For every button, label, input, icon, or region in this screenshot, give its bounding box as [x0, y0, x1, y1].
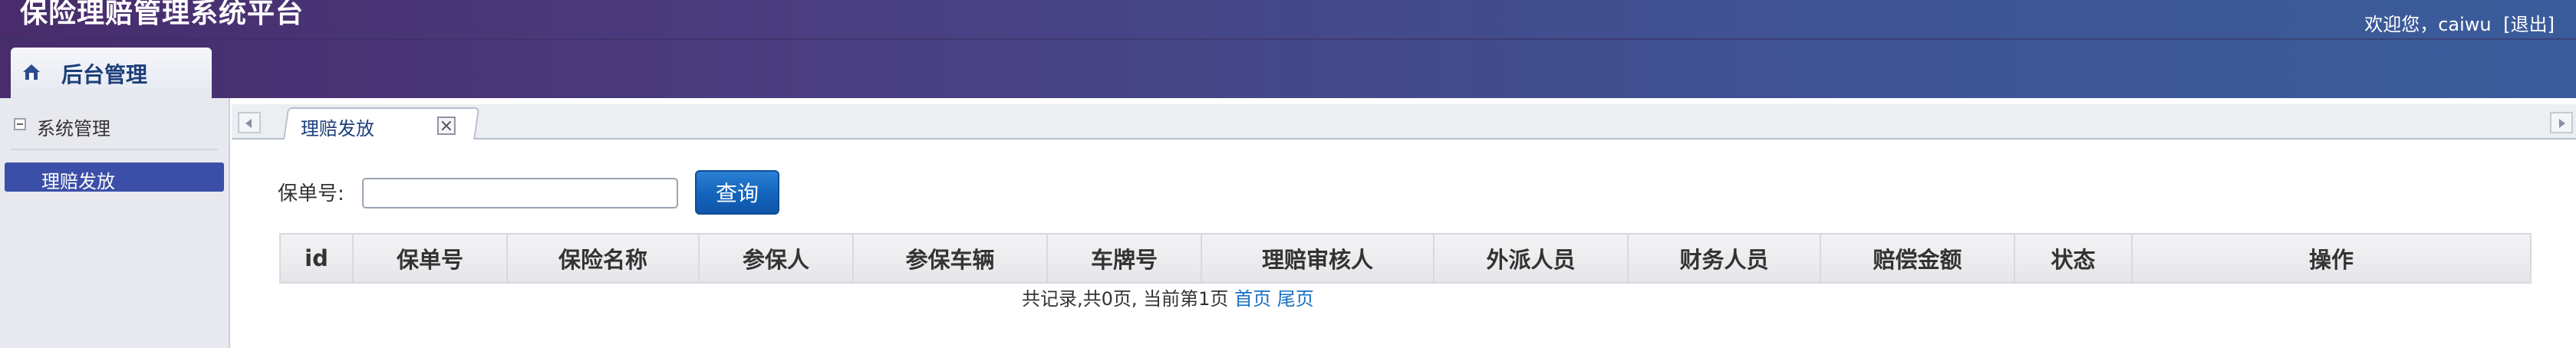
header-divider: [0, 38, 2576, 40]
column-header-plate-number: 车牌号: [1046, 233, 1202, 284]
module-tab-label: 后台管理: [61, 62, 148, 87]
policy-number-label: 保单号:: [278, 182, 344, 205]
claims-table: id 保单号 保险名称 参保人 参保车辆 车牌号 理赔审核人 外派人员 财务人员…: [279, 233, 2532, 284]
collapse-icon[interactable]: [14, 118, 26, 130]
sidebar-group-system[interactable]: 系统管理: [12, 113, 219, 140]
sidebar: 系统管理 理赔发放: [0, 98, 230, 348]
last-page-link[interactable]: 尾页: [1277, 288, 1314, 310]
column-header-field-staff: 外派人员: [1433, 233, 1629, 284]
column-header-insured-person: 参保人: [698, 233, 854, 284]
sidebar-divider: [11, 149, 218, 150]
column-header-insurance-name: 保险名称: [506, 233, 700, 284]
sidebar-item-label: 理赔发放: [41, 171, 115, 192]
sidebar-group-label: 系统管理: [37, 118, 110, 140]
column-header-policy-number: 保单号: [352, 233, 508, 284]
column-header-claim-reviewer: 理赔审核人: [1201, 233, 1435, 284]
tab-strip: 理赔发放: [232, 104, 2576, 141]
table-header-row: id 保单号 保险名称 参保人 参保车辆 车牌号 理赔审核人 外派人员 财务人员…: [279, 233, 2532, 284]
tab-label: 理赔发放: [300, 118, 374, 140]
first-page-link[interactable]: 首页: [1234, 288, 1271, 310]
query-button[interactable]: 查询: [695, 170, 779, 215]
home-icon: [23, 64, 40, 80]
main-content: 保单号: 查询 id 保单号 保险名称 参保人 参保车辆 车牌号 理赔审核人 外…: [232, 140, 2576, 348]
column-header-id: id: [279, 233, 354, 284]
column-header-status: 状态: [2014, 233, 2133, 284]
welcome-text: 欢迎您，caiwu: [2364, 14, 2492, 35]
tab-scroll-left-button[interactable]: [238, 112, 261, 133]
app-header: 保险理赔管理系统平台 欢迎您，caiwu [退出] 后台管理: [0, 0, 2576, 98]
column-header-compensation-amount: 赔偿金额: [1820, 233, 2015, 284]
column-header-insured-vehicle: 参保车辆: [852, 233, 1048, 284]
chevron-left-icon: [245, 119, 252, 128]
policy-number-input[interactable]: [362, 178, 678, 208]
sidebar-item-claim-payout[interactable]: 理赔发放: [5, 163, 224, 192]
app-title: 保险理赔管理系统平台: [20, 0, 305, 29]
module-tab-admin[interactable]: 后台管理: [11, 48, 212, 98]
header-title-bar: [0, 0, 2576, 38]
pagination-summary: 共记录,共0页, 当前第1页: [1022, 288, 1229, 310]
logout-link[interactable]: [退出]: [2503, 9, 2555, 36]
chevron-right-icon: [2559, 119, 2565, 128]
user-area: 欢迎您，caiwu [退出]: [2364, 9, 2555, 36]
column-header-actions: 操作: [2131, 233, 2532, 284]
tab-scroll-right-button[interactable]: [2550, 112, 2573, 133]
column-header-finance-staff: 财务人员: [1627, 233, 1821, 284]
tab-claim-payout[interactable]: 理赔发放: [282, 107, 480, 141]
close-icon[interactable]: [436, 117, 456, 135]
